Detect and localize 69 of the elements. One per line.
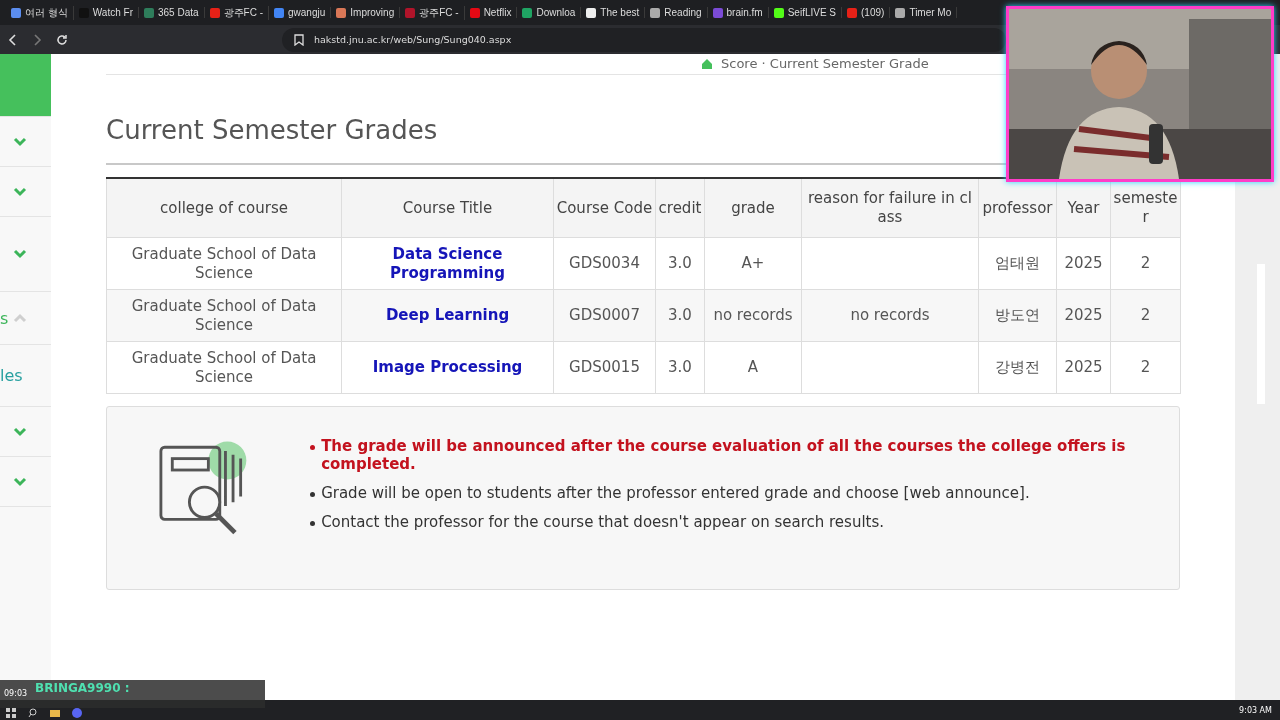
- table-cell: Graduate School of Data Science: [106, 289, 342, 342]
- table-cell: 2: [1110, 341, 1181, 394]
- home-icon: [701, 57, 713, 70]
- address-bar[interactable]: hakstd.jnu.ac.kr/web/Sung/Sung040.aspx: [282, 27, 1006, 52]
- column-header: Course Title: [341, 178, 554, 238]
- column-header: reason for failure in class: [801, 178, 979, 238]
- table-cell: Graduate School of Data Science: [106, 237, 342, 290]
- reload-icon[interactable]: [56, 33, 68, 46]
- table-cell: 강병전: [978, 341, 1057, 394]
- column-header: credit: [655, 178, 705, 238]
- browser-tab[interactable]: (109): [842, 7, 891, 18]
- chevron-down-icon[interactable]: [13, 136, 27, 147]
- table-cell: 2025: [1056, 341, 1111, 394]
- browser-tab[interactable]: Reading: [645, 7, 708, 18]
- browser-tab[interactable]: The best: [581, 7, 646, 18]
- browser-tab[interactable]: 여러 형식: [6, 5, 74, 20]
- windows-icon[interactable]: [6, 708, 16, 718]
- browser-tab[interactable]: 광주FC -: [400, 5, 465, 20]
- forward-icon[interactable]: [32, 33, 42, 46]
- table-cell: 2025: [1056, 289, 1111, 342]
- table-cell: 2: [1110, 289, 1181, 342]
- table-cell: 2025: [1056, 237, 1111, 290]
- chevron-down-icon[interactable]: [13, 249, 27, 259]
- column-header: college of course: [106, 178, 342, 238]
- table-cell: no records: [801, 289, 979, 342]
- column-header: Course Code: [553, 178, 656, 238]
- table-cell: 방도연: [978, 289, 1057, 342]
- table-cell: GDS0007: [553, 289, 656, 342]
- course-link[interactable]: Image Processing: [341, 341, 554, 394]
- table-cell: 엄태원: [978, 237, 1057, 290]
- browser-tab[interactable]: 365 Data: [138, 7, 205, 18]
- browser-tab[interactable]: Netflix: [464, 7, 518, 18]
- breadcrumb: Score · Current Semester Grade: [721, 56, 929, 71]
- bookmark-icon[interactable]: [294, 33, 304, 46]
- notice-text: Contact the professor for the course that doesn't appear on search results.: [310, 513, 1179, 531]
- table-cell: no records: [704, 289, 802, 342]
- streamer-name: BRINGA9990 :: [35, 681, 130, 695]
- folder-icon[interactable]: [50, 708, 60, 718]
- table-cell: A: [704, 341, 802, 394]
- taskbar-clock: 9:03 AM: [1239, 705, 1273, 715]
- table-cell: 2: [1110, 237, 1181, 290]
- browser-tab[interactable]: SeifLIVE S: [768, 7, 843, 18]
- course-link[interactable]: Deep Learning: [341, 289, 554, 342]
- notice-text: The grade will be announced after the course evaluation of all the courses the college offers is completed.: [310, 437, 1179, 473]
- sidebar-banner: [0, 54, 51, 117]
- course-link[interactable]: Data Science Programming: [341, 237, 554, 290]
- table-cell: Graduate School of Data Science: [106, 341, 342, 394]
- table-cell: 3.0: [655, 341, 705, 394]
- table-cell: 3.0: [655, 289, 705, 342]
- chevron-down-icon[interactable]: [13, 476, 27, 487]
- back-icon[interactable]: [8, 33, 18, 46]
- notice-text: Grade will be open to students after the professor entered grade and choose [web announce].: [310, 484, 1179, 502]
- browser-tab[interactable]: Watch Fr: [73, 7, 139, 18]
- chevron-down-icon[interactable]: [13, 186, 27, 197]
- search-icon[interactable]: [28, 708, 38, 718]
- browser-tab[interactable]: brain.fm: [707, 7, 769, 18]
- browser-tab[interactable]: Timer Mo: [890, 7, 958, 18]
- table-cell: 3.0: [655, 237, 705, 290]
- browser-tab[interactable]: 광주FC -: [204, 5, 269, 20]
- table-cell: GDS0015: [553, 341, 656, 394]
- overlay-time: 09:03: [4, 689, 28, 698]
- browser-tab[interactable]: Downloa: [517, 7, 582, 18]
- table-cell: A+: [704, 237, 802, 290]
- table-cell: GDS0034: [553, 237, 656, 290]
- column-header: grade: [704, 178, 802, 238]
- column-header: professor: [978, 178, 1057, 238]
- browser-tab[interactable]: Improving: [331, 7, 401, 18]
- browser-tab[interactable]: gwangju: [269, 7, 332, 18]
- chevron-down-icon[interactable]: [13, 426, 27, 437]
